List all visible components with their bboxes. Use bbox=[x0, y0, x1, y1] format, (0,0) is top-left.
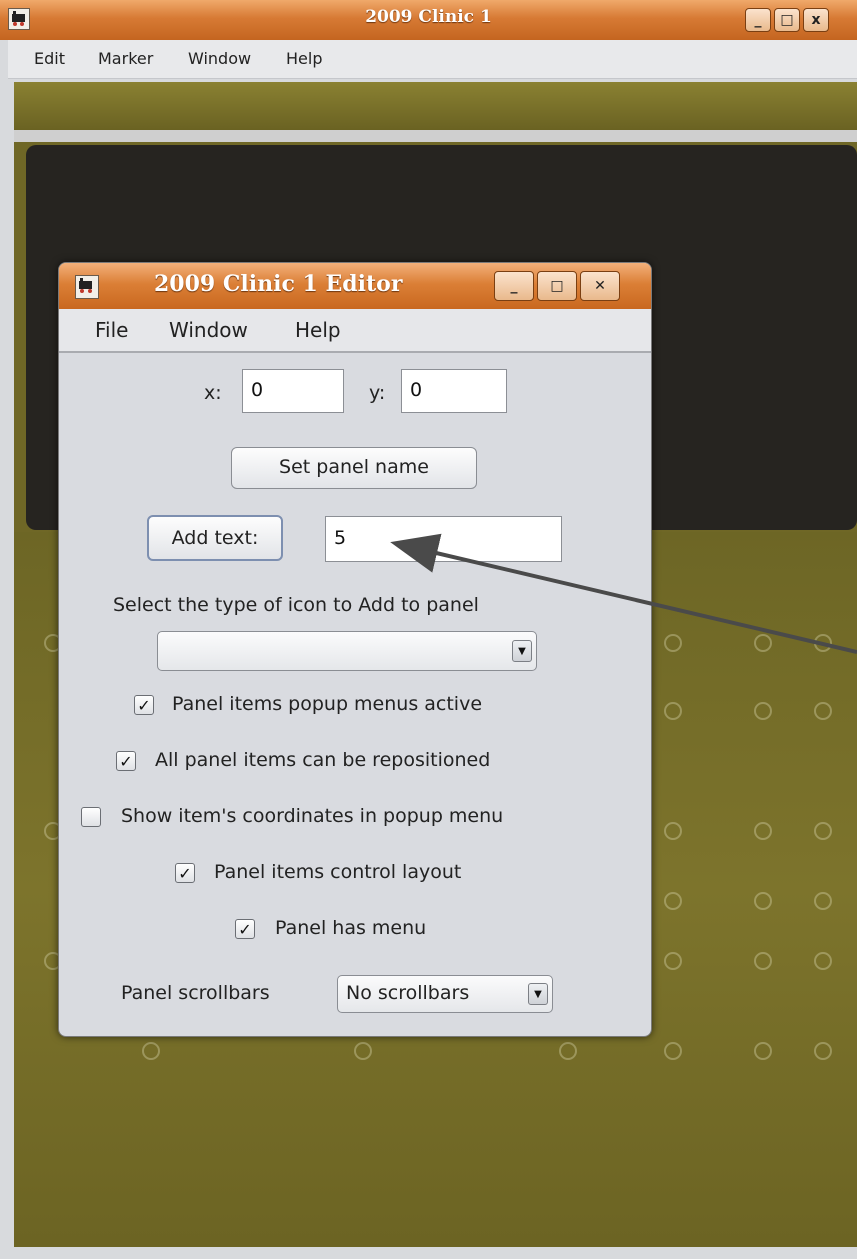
jmri-locomotive-icon[interactable] bbox=[75, 275, 99, 299]
checkmark-icon: ✓ bbox=[137, 695, 151, 715]
chevron-down-icon[interactable]: ▼ bbox=[512, 640, 532, 662]
editor-menubar: File Window Help bbox=[59, 309, 651, 353]
scrollbars-dropdown[interactable]: No scrollbars ▼ bbox=[337, 975, 553, 1013]
minimize-icon: _ bbox=[754, 12, 762, 28]
menu-marker[interactable]: Marker bbox=[98, 49, 153, 68]
track-icon bbox=[142, 1042, 160, 1060]
editor-minimize-button[interactable]: _ bbox=[494, 271, 534, 301]
menu-help[interactable]: Help bbox=[286, 49, 322, 68]
has-menu-checkbox[interactable]: ✓ bbox=[235, 919, 255, 939]
scrollbars-label: Panel scrollbars bbox=[121, 982, 270, 1004]
maximize-icon: □ bbox=[780, 12, 794, 28]
menu-window[interactable]: Window bbox=[188, 49, 251, 68]
close-icon: x bbox=[811, 12, 821, 28]
track-icon bbox=[664, 1042, 682, 1060]
track-icon bbox=[814, 822, 832, 840]
track-icon bbox=[754, 892, 772, 910]
editor-window: 2009 Clinic 1 Editor _ □ ✕ File Window H… bbox=[58, 262, 652, 1037]
add-text-button[interactable]: Add text: bbox=[147, 515, 283, 561]
scrollbars-value: No scrollbars bbox=[346, 982, 470, 1004]
main-titlebar[interactable]: 2009 Clinic 1 _ □ x bbox=[0, 0, 857, 41]
track-icon bbox=[754, 702, 772, 720]
editor-menu-help[interactable]: Help bbox=[295, 318, 341, 342]
track-icon bbox=[754, 1042, 772, 1060]
track-icon bbox=[814, 634, 832, 652]
track-icon bbox=[814, 702, 832, 720]
editor-titlebar[interactable]: 2009 Clinic 1 Editor _ □ ✕ bbox=[59, 263, 651, 309]
menu-edit[interactable]: Edit bbox=[34, 49, 65, 68]
track-icon bbox=[664, 892, 682, 910]
main-maximize-button[interactable]: □ bbox=[774, 8, 800, 32]
track-icon bbox=[664, 634, 682, 652]
close-icon: ✕ bbox=[594, 278, 606, 294]
editor-menu-window[interactable]: Window bbox=[169, 318, 248, 342]
show-coordinates-checkbox[interactable] bbox=[81, 807, 101, 827]
main-menubar: Edit Marker Window Help bbox=[8, 40, 857, 79]
track-icon bbox=[354, 1042, 372, 1060]
minimize-icon: _ bbox=[510, 278, 518, 294]
checkmark-icon: ✓ bbox=[119, 751, 133, 771]
reposition-checkbox[interactable]: ✓ bbox=[116, 751, 136, 771]
panel-frame bbox=[14, 130, 857, 142]
chevron-down-icon[interactable]: ▼ bbox=[528, 983, 548, 1005]
track-icon bbox=[664, 702, 682, 720]
editor-menu-file[interactable]: File bbox=[95, 318, 128, 342]
popup-menus-checkbox[interactable]: ✓ bbox=[134, 695, 154, 715]
main-window-title: 2009 Clinic 1 bbox=[365, 7, 492, 27]
show-coordinates-label: Show item's coordinates in popup menu bbox=[121, 805, 504, 827]
track-icon bbox=[754, 822, 772, 840]
set-panel-name-button[interactable]: Set panel name bbox=[231, 447, 477, 489]
editor-close-button[interactable]: ✕ bbox=[580, 271, 620, 301]
track-icon bbox=[664, 952, 682, 970]
main-close-button[interactable]: x bbox=[803, 8, 829, 32]
track-icon bbox=[814, 1042, 832, 1060]
track-icon bbox=[814, 892, 832, 910]
icon-type-dropdown[interactable]: ▼ bbox=[157, 631, 537, 671]
main-minimize-button[interactable]: _ bbox=[745, 8, 771, 32]
track-icon bbox=[754, 634, 772, 652]
y-field[interactable]: 0 bbox=[401, 369, 507, 413]
main-window-controls: _ □ x bbox=[745, 8, 829, 32]
track-icon bbox=[754, 952, 772, 970]
x-field[interactable]: 0 bbox=[242, 369, 344, 413]
has-menu-label: Panel has menu bbox=[275, 917, 427, 939]
icon-type-label: Select the type of icon to Add to panel bbox=[113, 594, 479, 616]
reposition-label: All panel items can be repositioned bbox=[155, 749, 491, 771]
add-text-field[interactable]: 5 bbox=[325, 516, 562, 562]
popup-menus-label: Panel items popup menus active bbox=[172, 693, 483, 715]
track-icon bbox=[559, 1042, 577, 1060]
checkmark-icon: ✓ bbox=[178, 863, 192, 883]
y-label: y: bbox=[369, 382, 386, 404]
maximize-icon: □ bbox=[550, 278, 564, 294]
editor-maximize-button[interactable]: □ bbox=[537, 271, 577, 301]
track-icon bbox=[664, 822, 682, 840]
window-bottom-border bbox=[0, 1247, 857, 1259]
editor-window-controls: _ □ ✕ bbox=[494, 271, 620, 301]
control-layout-label: Panel items control layout bbox=[214, 861, 462, 883]
track-icon bbox=[814, 952, 832, 970]
window-border bbox=[0, 40, 8, 1259]
x-label: x: bbox=[204, 382, 222, 404]
control-layout-checkbox[interactable]: ✓ bbox=[175, 863, 195, 883]
checkmark-icon: ✓ bbox=[238, 919, 252, 939]
editor-title: 2009 Clinic 1 Editor bbox=[154, 271, 403, 297]
panel-top-strip bbox=[14, 82, 857, 130]
